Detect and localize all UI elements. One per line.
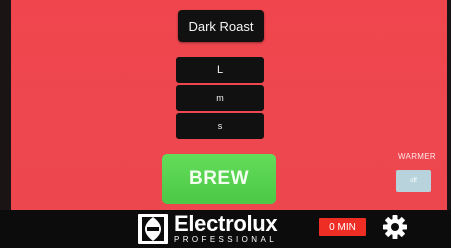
- brew-button[interactable]: BREW: [162, 154, 276, 204]
- brew-size-selector: L m s: [176, 57, 264, 139]
- warmer-state: off: [410, 178, 417, 184]
- warmer-label: WARMER: [398, 152, 436, 161]
- size-medium-button[interactable]: m: [176, 85, 264, 111]
- electrolux-logo-icon: [138, 214, 168, 244]
- brand-wordmark: Electrolux PROFESSIONAL: [174, 211, 278, 245]
- brand-name: Electrolux: [174, 211, 278, 236]
- timer-value: 0 MIN: [329, 221, 356, 233]
- brand-logo: Electrolux PROFESSIONAL: [138, 211, 278, 246]
- size-small-label: s: [217, 121, 223, 131]
- roast-select-button[interactable]: Dark Roast: [178, 10, 264, 42]
- gear-icon[interactable]: [382, 214, 408, 240]
- size-large-label: L: [216, 64, 224, 76]
- roast-label: Dark Roast: [188, 18, 254, 34]
- coffee-brewer-screen: Dark Roast L m s BREW WARMER off Electro…: [0, 0, 451, 248]
- size-medium-label: m: [216, 93, 224, 103]
- size-large-button[interactable]: L: [176, 57, 264, 83]
- timer-badge: 0 MIN: [319, 218, 366, 236]
- warmer-toggle[interactable]: off: [396, 170, 431, 192]
- brew-label: BREW: [188, 168, 250, 189]
- brand-subtitle: PROFESSIONAL: [174, 235, 278, 244]
- size-small-button[interactable]: s: [176, 113, 264, 139]
